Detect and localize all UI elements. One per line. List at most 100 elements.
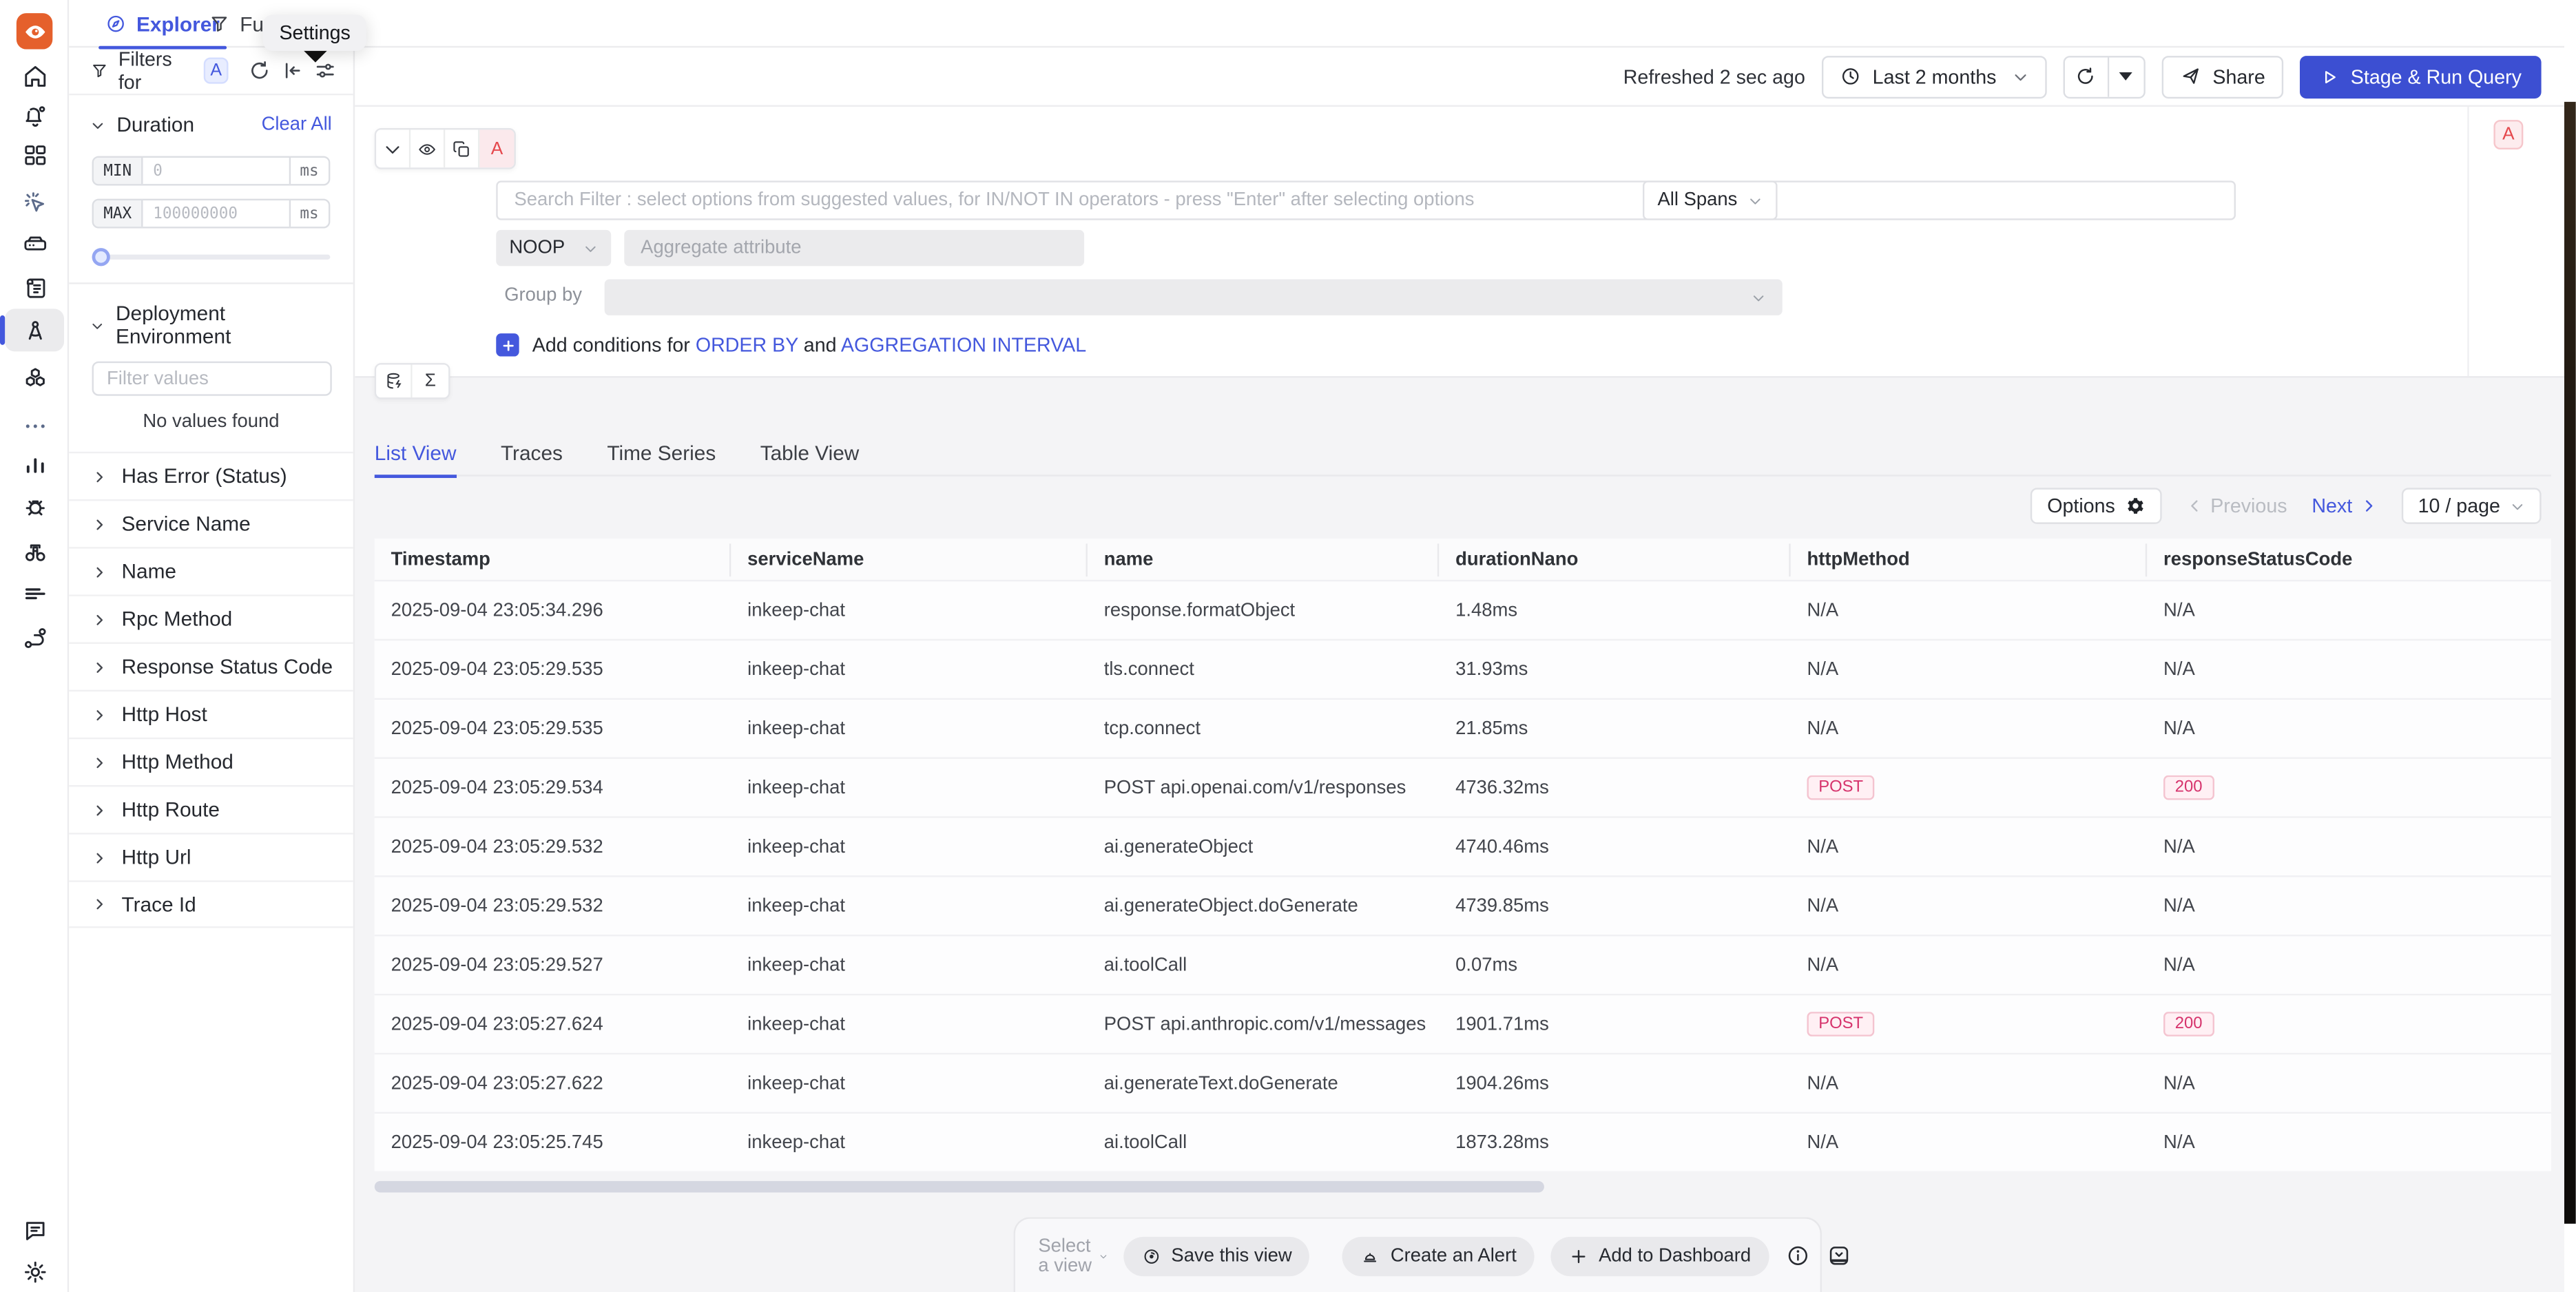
query-add-buttons: Σ <box>375 363 450 399</box>
collapse-panel-icon[interactable] <box>281 59 304 82</box>
max-duration-input[interactable] <box>143 200 289 227</box>
support-chat-icon[interactable] <box>0 1211 69 1250</box>
refresh-options-button[interactable] <box>2109 56 2143 96</box>
refresh-button[interactable] <box>2065 56 2109 96</box>
previous-page-button[interactable]: Previous <box>2185 494 2287 517</box>
min-duration-input[interactable] <box>143 158 289 184</box>
slider-track[interactable] <box>92 255 331 260</box>
query-a-chip[interactable]: A <box>204 57 229 83</box>
table-row[interactable]: 2025-09-04 23:05:29.532inkeep-chatai.gen… <box>375 875 2551 935</box>
filter-section-service-name[interactable]: Service Name <box>69 499 353 547</box>
table-row[interactable]: 2025-09-04 23:05:25.745inkeep-chatai.too… <box>375 1112 2551 1171</box>
table-row[interactable]: 2025-09-04 23:05:27.622inkeep-chatai.gen… <box>375 1053 2551 1112</box>
create-alert-button[interactable]: Create an Alert <box>1343 1236 1535 1275</box>
alerts-bell-icon[interactable] <box>0 95 69 134</box>
collapse-query-button[interactable] <box>376 129 411 167</box>
tab-explorer[interactable]: Explorer <box>105 0 220 48</box>
filter-section-http-method[interactable]: Http Method <box>69 738 353 785</box>
filter-section-http-route[interactable]: Http Route <box>69 785 353 833</box>
toggle-visibility-button[interactable] <box>411 129 445 167</box>
logs-scroll-icon[interactable] <box>0 268 69 307</box>
table-row[interactable]: 2025-09-04 23:05:29.534inkeep-chatPOST a… <box>375 757 2551 816</box>
next-page-button[interactable]: Next <box>2312 494 2377 517</box>
dashboards-grid-icon[interactable] <box>0 135 69 174</box>
table-row[interactable]: 2025-09-04 23:05:29.535inkeep-chattls.co… <box>375 639 2551 698</box>
save-view-button[interactable]: Save this view <box>1123 1236 1310 1275</box>
group-by-input[interactable] <box>605 279 1783 315</box>
page-size-select[interactable]: 10 / page <box>2402 488 2542 523</box>
chevron-down-icon <box>2012 68 2028 85</box>
table-row[interactable]: 2025-09-04 23:05:34.296inkeep-chatrespon… <box>375 580 2551 639</box>
filter-section-http-host[interactable]: Http Host <box>69 690 353 738</box>
view-tab-table-view[interactable]: Table View <box>760 431 860 475</box>
deployment-env-header[interactable]: Deployment Environment <box>69 284 353 358</box>
footer-action-bar: Select a view Save this view Create an A… <box>1014 1217 1822 1292</box>
query-a-badge[interactable]: A <box>2493 120 2523 149</box>
exceptions-bug-icon[interactable] <box>0 486 69 525</box>
cell-serviceName: inkeep-chat <box>731 718 1088 738</box>
filter-section-name[interactable]: Name <box>69 547 353 594</box>
filter-section-rpc-method[interactable]: Rpc Method <box>69 594 353 642</box>
cell-Timestamp: 2025-09-04 23:05:29.534 <box>375 778 731 798</box>
table-row[interactable]: 2025-09-04 23:05:27.624inkeep-chatPOST a… <box>375 994 2551 1053</box>
cell-serviceName: inkeep-chat <box>731 896 1088 916</box>
pipelines-route-icon[interactable] <box>0 618 69 657</box>
cell-Timestamp: 2025-09-04 23:05:29.527 <box>375 955 731 975</box>
table-row[interactable]: 2025-09-04 23:05:29.527inkeep-chatai.too… <box>375 935 2551 994</box>
http-method-badge: POST <box>1807 1012 1875 1036</box>
table-row[interactable]: 2025-09-04 23:05:29.535inkeep-chattcp.co… <box>375 698 2551 758</box>
home-icon[interactable] <box>0 56 69 95</box>
view-tab-list-view[interactable]: List View <box>375 431 457 475</box>
duration-section-header[interactable]: Duration Clear All <box>69 95 353 146</box>
filter-values-input[interactable] <box>92 362 332 396</box>
add-to-dashboard-button[interactable]: Add to Dashboard <box>1551 1236 1769 1275</box>
sync-filters-icon[interactable] <box>248 59 271 82</box>
filter-section-http-url[interactable]: Http Url <box>69 833 353 880</box>
select-view-dropdown[interactable]: Select a view <box>1038 1236 1107 1275</box>
view-tab-time-series[interactable]: Time Series <box>607 431 716 475</box>
cursor-click-icon[interactable] <box>0 183 69 222</box>
infra-server-icon[interactable] <box>0 223 69 262</box>
view-tab-traces[interactable]: Traces <box>501 431 563 475</box>
add-condition-button[interactable] <box>496 333 519 356</box>
rules-list-icon[interactable] <box>0 573 69 612</box>
slider-handle[interactable] <box>92 248 110 266</box>
filter-section-has-error-status[interactable]: Has Error (Status) <box>69 452 353 499</box>
integrations-cubes-icon[interactable] <box>0 358 69 397</box>
traces-compass-icon[interactable] <box>5 309 64 351</box>
add-formula-button[interactable]: Σ <box>413 364 448 397</box>
aggregate-op-select[interactable]: NOOP <box>496 230 611 266</box>
clone-query-button[interactable] <box>445 129 479 167</box>
conjunction-text: and <box>804 333 837 356</box>
options-button[interactable]: Options <box>2030 488 2161 523</box>
horizontal-scrollbar[interactable] <box>375 1181 1544 1193</box>
chevron-down-icon <box>90 317 104 332</box>
aggregation-interval-link[interactable]: AGGREGATION INTERVAL <box>841 333 1086 356</box>
tooltip-text: Settings <box>279 21 350 44</box>
aggregate-attribute-input[interactable]: Aggregate attribute <box>624 230 1084 266</box>
stage-run-query-button[interactable]: Stage & Run Query <box>2300 55 2542 98</box>
dock-panel-icon[interactable] <box>1827 1243 1851 1268</box>
add-query-button[interactable] <box>376 364 412 397</box>
caret-down-icon <box>2120 72 2133 87</box>
span-scope-select[interactable]: All Spans <box>1643 180 1778 220</box>
filter-section-response-status-code[interactable]: Response Status Code <box>69 643 353 690</box>
logo-eye-icon[interactable] <box>0 12 69 51</box>
metrics-bar-chart-icon[interactable] <box>0 444 69 483</box>
cell-httpMethod: N/A <box>1791 601 2148 621</box>
explore-binoculars-icon[interactable] <box>0 532 69 572</box>
table-row[interactable]: 2025-09-04 23:05:29.532inkeep-chatai.gen… <box>375 816 2551 875</box>
search-filter-input[interactable] <box>496 180 2236 220</box>
filter-section-trace-id[interactable]: Trace Id <box>69 880 353 928</box>
info-icon[interactable] <box>1785 1243 1810 1268</box>
settings-gear-icon[interactable] <box>0 1251 69 1291</box>
cell-responseStatusCode: N/A <box>2147 1074 2551 1094</box>
filter-settings-icon[interactable] <box>314 59 337 82</box>
time-range-dropdown[interactable]: Last 2 months <box>1822 55 2047 98</box>
order-by-link[interactable]: ORDER BY <box>696 333 798 356</box>
clear-all-link[interactable]: Clear All <box>262 115 332 135</box>
more-dots-icon[interactable] <box>0 406 69 445</box>
cell-durationNano: 1901.71ms <box>1439 1014 1790 1034</box>
query-letter-chip[interactable]: A <box>479 129 514 167</box>
share-button[interactable]: Share <box>2161 55 2283 98</box>
